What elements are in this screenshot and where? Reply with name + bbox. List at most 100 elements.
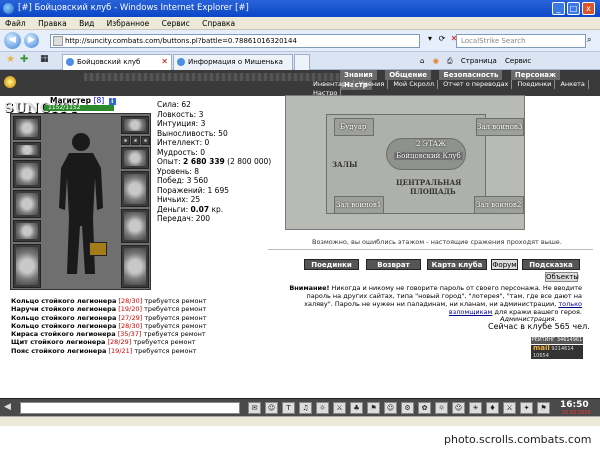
hp-bar: 1152/1152	[44, 104, 114, 111]
chat-tool-icon[interactable]: ♣	[350, 402, 363, 414]
chat-arrow-icon[interactable]: ◀	[4, 402, 11, 412]
fights-button[interactable]: Поединки	[304, 259, 359, 270]
stat-transfers: Передач: 200	[157, 214, 211, 223]
nav-communication[interactable]: Общение	[385, 70, 432, 80]
chat-tool-icon[interactable]: ♫	[299, 402, 312, 414]
bag-icon[interactable]	[89, 242, 107, 256]
chat-tool-icon[interactable]: ⚙	[401, 402, 414, 414]
dropdown-icon[interactable]: ▾	[424, 34, 436, 43]
page-menu[interactable]: Страница	[461, 55, 497, 67]
home-icon[interactable]: ⌂	[420, 55, 424, 67]
address-bar-row: ◀ ▶ http://suncity.combats.com/buttons.p…	[0, 30, 600, 52]
nav-inventory[interactable]: Инвентарь	[310, 80, 354, 89]
forward-arrow-icon[interactable]: ▶	[24, 33, 39, 48]
chat-tool-icon[interactable]: ♦	[486, 402, 499, 414]
command-bar: ⌂ ◉ ⎙ Страница Сервис	[420, 55, 537, 67]
list-item: Кираса стойкого легионера [35/37] требуе…	[11, 330, 206, 339]
club-map-button[interactable]: Карта клуба	[427, 259, 487, 270]
menu-edit[interactable]: Правка	[33, 17, 72, 30]
chat-tool-icon[interactable]: ⚔	[333, 402, 346, 414]
feeds-icon[interactable]: ◉	[433, 55, 439, 67]
weapon-slot[interactable]	[13, 160, 41, 188]
mail-counter[interactable]: mail 9214614 10654	[531, 345, 583, 359]
add-favorite-icon[interactable]: ✚	[20, 54, 28, 65]
boots-slot[interactable]	[13, 244, 41, 288]
nav-skills[interactable]: Умения	[356, 80, 389, 89]
stat-level: Уровень: 8	[157, 166, 199, 176]
stat-money: Деньги: 0.07 кр.	[157, 204, 224, 214]
forum-button[interactable]: Форум	[491, 259, 518, 270]
favorites-star-icon[interactable]: ★	[6, 54, 15, 65]
chat-tool-icon[interactable]: ☺	[384, 402, 397, 414]
chat-tool-icon[interactable]: ⚑	[367, 402, 380, 414]
room-label-boudoir: Будуар	[340, 123, 367, 131]
room-label-hall3: Зал воинов3	[477, 123, 523, 131]
new-tab-button[interactable]	[294, 54, 310, 70]
ring-slot-2[interactable]	[131, 136, 140, 145]
rating-counter[interactable]: РЕЙТИНГ 34614961	[531, 337, 583, 344]
nav-security[interactable]: Безопасность	[439, 70, 503, 80]
back-button[interactable]: Возврат	[366, 259, 421, 270]
objects-button[interactable]: Объекты	[545, 272, 579, 282]
tab-close-icon[interactable]: ✕	[161, 55, 168, 69]
chat-tool-icon[interactable]: T	[282, 402, 295, 414]
room-label-halls: ЗАЛЫ	[332, 160, 358, 169]
close-button[interactable]: x	[582, 2, 595, 15]
chat-tool-icon[interactable]: ✿	[418, 402, 431, 414]
back-arrow-icon[interactable]: ◀	[4, 32, 21, 49]
earring-slot[interactable]	[121, 116, 149, 134]
chat-input[interactable]	[20, 402, 240, 414]
armor-slot[interactable]	[13, 190, 41, 218]
tab-fight-club[interactable]: Бойцовский клуб ✕	[62, 54, 172, 70]
gloves-slot[interactable]	[121, 147, 149, 169]
tab-character-info[interactable]: Информация о Мишенька	[173, 54, 293, 70]
nav-profile[interactable]: Анкета	[557, 80, 589, 89]
ring-slot-1[interactable]	[121, 136, 130, 145]
minimize-button[interactable]: _	[552, 2, 565, 15]
search-input[interactable]: LocalStrike Search	[456, 34, 586, 48]
belt-slot[interactable]	[13, 220, 41, 242]
stat-wins: Побед: 3 560	[157, 176, 209, 185]
chat-tool-icon[interactable]: ☼	[435, 402, 448, 414]
notice-text: Никогда и никому не говорите пароль от с…	[304, 284, 582, 308]
greaves-slot[interactable]	[121, 245, 149, 288]
address-input[interactable]: http://suncity.combats.com/buttons.pl?ba…	[50, 34, 420, 48]
tools-menu[interactable]: Сервис	[505, 55, 531, 67]
chat-tool-icon[interactable]: ⚔	[503, 402, 516, 414]
nav-knowledge[interactable]: Знания	[340, 70, 377, 80]
menu-favorites[interactable]: Избранное	[102, 17, 155, 30]
chat-tool-icon[interactable]: ☀	[469, 402, 482, 414]
chat-tool-icon[interactable]: ☺	[265, 402, 278, 414]
menu-file[interactable]: Файл	[0, 17, 31, 30]
search-icon[interactable]: ⌕	[587, 35, 591, 45]
chat-tool-icon[interactable]: ☼	[316, 402, 329, 414]
character-record: Опыт: 2 680 339 (2 800 000) Уровень: 8 П…	[157, 157, 271, 224]
nav-character[interactable]: Персонаж	[510, 70, 560, 80]
menu-view[interactable]: Вид	[74, 17, 99, 30]
chat-tool-icon[interactable]: ⚑	[537, 402, 550, 414]
menu-tools[interactable]: Сервис	[157, 17, 195, 30]
tab-list-icon[interactable]: ▦	[40, 54, 49, 64]
window-title: [#] Бойцовский клуб - Windows Internet E…	[18, 3, 249, 13]
nav-my-scroll[interactable]: Мой Скролл	[390, 80, 439, 89]
chat-tool-icon[interactable]: ✉	[248, 402, 261, 414]
nav-fights[interactable]: Поединки	[514, 80, 556, 89]
nav-transfers-report[interactable]: Отчет о переводах	[440, 80, 513, 89]
room-label-club: Бойцовский Клуб	[394, 152, 463, 160]
notice-warning: Внимание!	[289, 284, 330, 292]
chat-tool-icon[interactable]: ✦	[520, 402, 533, 414]
chat-tool-icon[interactable]: ☺	[452, 402, 465, 414]
hint-button[interactable]: Подсказка	[522, 259, 580, 270]
online-count: Сейчас в клубе 565 чел.	[488, 322, 590, 331]
ring-slot-3[interactable]	[141, 136, 150, 145]
shield-slot[interactable]	[121, 171, 149, 207]
refresh-icon[interactable]: ⟳	[436, 34, 448, 43]
info-icon[interactable]: i	[108, 98, 116, 105]
maximize-button[interactable]: □	[567, 2, 580, 15]
equipment-panel	[10, 113, 151, 290]
menu-help[interactable]: Справка	[197, 17, 240, 30]
leggings-slot[interactable]	[121, 209, 149, 243]
print-icon[interactable]: ⎙	[447, 55, 453, 67]
necklace-slot[interactable]	[13, 142, 41, 158]
helmet-slot[interactable]	[13, 116, 41, 140]
